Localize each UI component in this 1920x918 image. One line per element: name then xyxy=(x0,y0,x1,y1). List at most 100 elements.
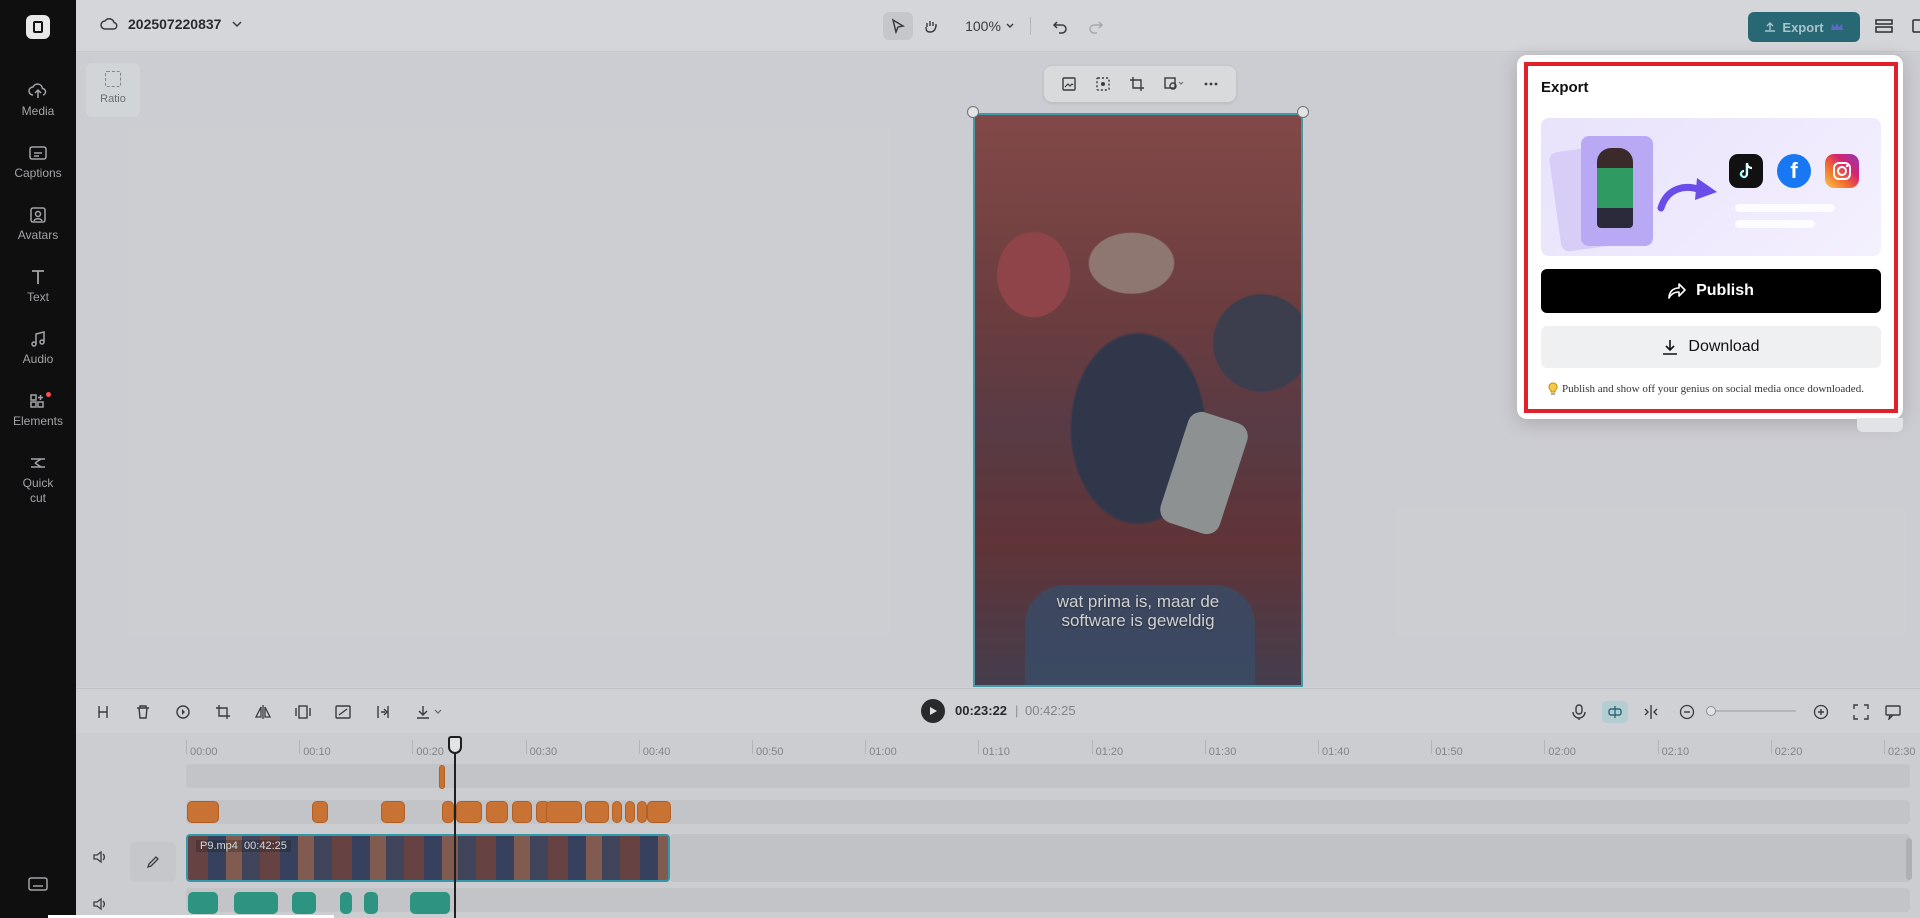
resize-handle-top-right[interactable] xyxy=(1297,106,1309,118)
caption-clip[interactable] xyxy=(625,801,635,823)
fit-timeline-button[interactable] xyxy=(1850,701,1872,723)
ruler-label: 01:10 xyxy=(982,746,1010,758)
timeline-zoom-knob[interactable] xyxy=(1706,706,1716,716)
ruler-label: 00:10 xyxy=(303,746,331,758)
audio-clip[interactable] xyxy=(234,892,278,914)
fullscreen-icon xyxy=(1853,704,1869,720)
caption-overlay[interactable]: wat prima is, maar de software is geweld… xyxy=(975,592,1301,630)
ratio-button[interactable]: Ratio xyxy=(86,63,140,117)
caption-clip[interactable] xyxy=(442,801,454,823)
total-duration: 00:42:25 xyxy=(1025,703,1076,718)
play-button[interactable] xyxy=(921,699,945,723)
video-preview[interactable]: wat prima is, maar de software is geweld… xyxy=(973,113,1303,687)
project-name: 202507220837 xyxy=(128,16,222,32)
background-remove-icon[interactable] xyxy=(1095,76,1111,92)
app-logo[interactable] xyxy=(26,15,50,39)
trim-icon xyxy=(377,706,389,718)
resize-handle-top-left[interactable] xyxy=(967,106,979,118)
hand-tool-button[interactable] xyxy=(916,12,946,40)
speed-button[interactable] xyxy=(172,701,194,723)
keyboard-shortcuts-icon[interactable] xyxy=(28,876,48,892)
ruler-label: 00:40 xyxy=(642,746,671,758)
caption-clip[interactable] xyxy=(312,801,328,823)
zoom-out-button[interactable] xyxy=(1676,701,1698,723)
audio-clip[interactable] xyxy=(364,892,378,914)
zoom-in-button[interactable] xyxy=(1810,701,1832,723)
undo-button[interactable] xyxy=(1046,12,1074,40)
chevron-down-icon xyxy=(1006,23,1014,28)
delete-button[interactable] xyxy=(132,701,154,723)
crop-icon[interactable] xyxy=(1129,76,1145,92)
microphone-icon xyxy=(1572,704,1586,720)
timeline-zoom-slider[interactable] xyxy=(1708,710,1796,712)
quick-cut-icon xyxy=(31,458,45,468)
trim-button[interactable] xyxy=(372,701,394,723)
split-button[interactable] xyxy=(92,701,114,723)
freeze-button[interactable] xyxy=(292,701,314,723)
playhead-handle[interactable] xyxy=(448,736,462,754)
split-scene-button[interactable] xyxy=(1640,701,1662,723)
caption-clip[interactable] xyxy=(456,801,482,823)
audio-clip[interactable] xyxy=(340,892,352,914)
magnet-snap-button[interactable] xyxy=(1602,701,1628,723)
chevron-down-icon[interactable] xyxy=(231,18,243,30)
ruler-tick xyxy=(752,740,753,754)
zoom-dropdown[interactable]: 100% xyxy=(962,12,1018,40)
ruler-label: 00:30 xyxy=(529,746,558,758)
sidebar-item-text[interactable]: Text xyxy=(0,268,76,304)
video-clip-label: P9.mp4 00:42:25 xyxy=(196,840,291,852)
caption-clip[interactable] xyxy=(439,765,445,789)
redo-button[interactable] xyxy=(1082,12,1110,40)
speaker-icon[interactable] xyxy=(92,897,108,911)
sidebar-item-media[interactable]: Media xyxy=(0,82,76,118)
audio-clip[interactable] xyxy=(410,892,450,914)
caption-clip[interactable] xyxy=(612,801,622,823)
timeline-scrollbar[interactable] xyxy=(1906,838,1912,880)
sidebar-item-label: Audio xyxy=(22,352,54,366)
effects-icon[interactable] xyxy=(1163,76,1185,92)
timeline-ruler[interactable]: 00:00 00:10 00:20 00:30 00:40 00:50 01:00 01:10… xyxy=(186,740,1920,760)
crop-button[interactable] xyxy=(212,701,234,723)
caption-clip[interactable] xyxy=(486,801,508,823)
download-dropdown-button[interactable] xyxy=(412,701,446,723)
split-icon xyxy=(98,706,108,718)
select-tool-button[interactable] xyxy=(883,12,913,40)
playhead[interactable] xyxy=(454,738,456,918)
sidebar-item-captions[interactable]: Captions xyxy=(0,144,76,180)
project-title[interactable]: 202507220837 xyxy=(100,16,243,32)
export-button[interactable]: Export xyxy=(1748,12,1860,42)
main-track-lane[interactable] xyxy=(670,834,1910,882)
replace-image-icon[interactable] xyxy=(1061,76,1077,92)
layout-toggle-button[interactable] xyxy=(1906,12,1920,40)
ruler-tick xyxy=(1770,740,1772,754)
sidebar-item-elements[interactable]: Elements xyxy=(0,392,76,428)
caption-clip[interactable] xyxy=(647,801,671,823)
caption-clip[interactable] xyxy=(381,801,405,823)
transition-button[interactable] xyxy=(332,701,354,723)
caption-clip[interactable] xyxy=(546,801,582,823)
record-voice-button[interactable] xyxy=(1568,701,1590,723)
flip-button[interactable] xyxy=(252,701,274,723)
audio-clip[interactable] xyxy=(188,892,218,914)
caption-clip[interactable] xyxy=(187,801,219,823)
sidebar-item-audio[interactable]: Audio xyxy=(0,330,76,366)
sidebar-item-quick-cut[interactable]: Quick cut xyxy=(0,454,76,506)
ruler-tick xyxy=(1657,740,1659,754)
flip-icon xyxy=(255,705,271,719)
layers-button[interactable] xyxy=(1870,12,1898,40)
caption-clip[interactable] xyxy=(585,801,609,823)
track-edit-button[interactable] xyxy=(130,842,176,882)
audio-clip[interactable] xyxy=(292,892,316,914)
cloud-upload-icon xyxy=(28,83,47,98)
text-icon xyxy=(32,270,44,284)
caption-clip[interactable] xyxy=(637,801,647,823)
speaker-icon[interactable] xyxy=(92,850,108,864)
feedback-button[interactable] xyxy=(1882,701,1904,723)
ruler-tick xyxy=(1091,740,1093,754)
sidebar-item-avatars[interactable]: Avatars xyxy=(0,206,76,242)
sidebar-item-label: Avatars xyxy=(17,228,59,242)
more-options-icon[interactable] xyxy=(1203,76,1219,92)
cloud-sync-icon xyxy=(100,18,118,30)
caption-clip[interactable] xyxy=(512,801,532,823)
video-clip[interactable]: P9.mp4 00:42:25 xyxy=(186,834,670,882)
